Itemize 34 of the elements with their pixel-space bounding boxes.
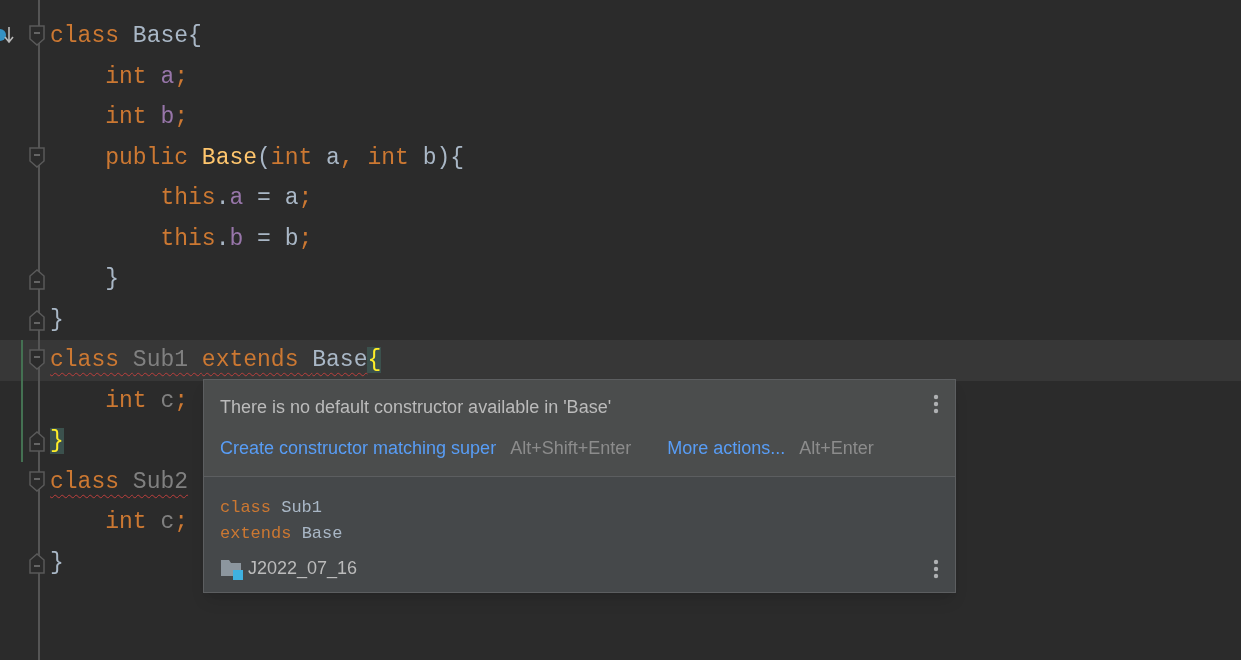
code-text: }: [104, 265, 119, 295]
fold-collapse-icon[interactable]: [29, 470, 45, 493]
declaration-line: extends Base: [220, 523, 344, 545]
more-options-icon[interactable]: [933, 558, 939, 579]
more-options-icon[interactable]: [933, 394, 939, 414]
fold-end-icon[interactable]: [29, 551, 45, 574]
shortcut-hint: Alt+Enter: [799, 437, 874, 460]
code-text: int b;: [104, 103, 189, 133]
fold-end-icon[interactable]: [29, 430, 45, 453]
code-text: }: [50, 548, 64, 578]
module-folder-icon: [220, 557, 244, 580]
code-text: class Base{: [50, 22, 202, 52]
fold-collapse-icon[interactable]: [29, 349, 45, 372]
fold-collapse-icon[interactable]: [29, 146, 45, 169]
fold-collapse-icon[interactable]: [29, 25, 45, 48]
fold-end-icon[interactable]: [29, 308, 45, 331]
code-text: {: [367, 346, 382, 376]
quick-fix-link[interactable]: Create constructor matching super: [220, 435, 497, 462]
code-text: }: [50, 427, 64, 457]
fold-end-icon[interactable]: [29, 268, 45, 291]
code-text: this.b = b;: [159, 224, 313, 254]
quick-fix-link[interactable]: More actions...: [667, 435, 786, 462]
error-message: There is no default constructor available in 'Base': [220, 396, 612, 419]
code-text: this.a = a;: [159, 184, 313, 214]
module-name: J2022_07_16: [248, 557, 358, 581]
declaration-line: class Sub1: [220, 497, 324, 519]
error-code: class Sub1 extends Base: [50, 346, 368, 376]
error-code: class Sub2: [50, 467, 189, 497]
code-text: int c;: [104, 386, 189, 416]
shortcut-hint: Alt+Shift+Enter: [510, 437, 632, 460]
code-text: public Base(int a, int b){: [104, 143, 465, 173]
code-text: }: [50, 305, 64, 335]
code-text: int a;: [104, 62, 189, 92]
code-text: int c;: [104, 508, 189, 538]
